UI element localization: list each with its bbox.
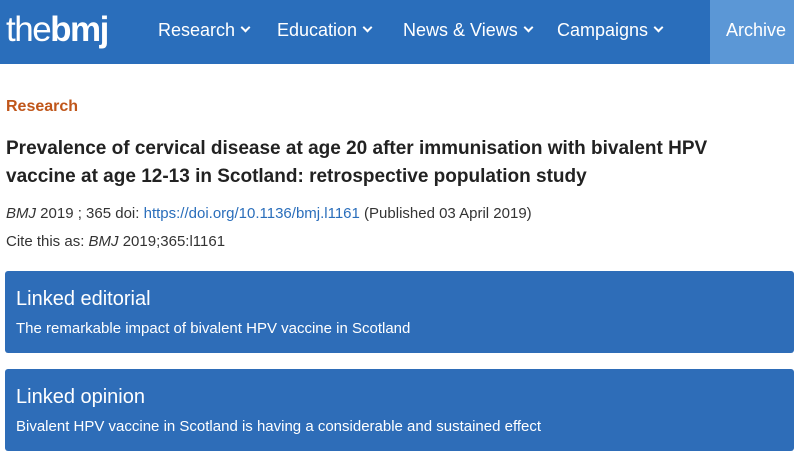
linked-editorial-box[interactable]: Linked editorial The remarkable impact o…: [5, 271, 794, 353]
nav-news-views[interactable]: News & Views: [403, 0, 534, 64]
top-navigation-bar: thebmj Research Education News & Views C…: [0, 0, 794, 64]
linked-editorial-heading: Linked editorial: [16, 288, 151, 310]
doi-label: doi:: [115, 205, 140, 222]
chevron-down-icon: [240, 22, 251, 33]
nav-research-label: Research: [158, 20, 236, 40]
year-volume: 2019 ; 365: [40, 205, 112, 222]
linked-editorial-link[interactable]: The remarkable impact of bivalent HPV va…: [16, 320, 410, 337]
nav-campaigns[interactable]: Campaigns: [557, 0, 664, 64]
cite-reference: 2019;365:l1161: [122, 233, 226, 250]
cite-journal: BMJ: [88, 233, 119, 250]
nav-campaigns-label: Campaigns: [557, 20, 649, 40]
cite-prefix: Cite this as:: [6, 233, 85, 250]
article-meta: BMJ 2019 ; 365 doi: https://doi.org/10.1…: [6, 205, 532, 222]
nav-education-label: Education: [277, 20, 358, 40]
article-section-label: Research: [6, 98, 79, 115]
chevron-down-icon: [653, 22, 664, 33]
nav-news-views-label: News & Views: [403, 20, 518, 40]
chevron-down-icon: [523, 22, 534, 33]
journal-name: BMJ: [6, 205, 36, 222]
citation-line: Cite this as: BMJ 2019;365:l1161: [6, 233, 225, 250]
nav-archive[interactable]: Archive: [710, 0, 794, 64]
logo-bold-text: bmj: [50, 10, 109, 49]
logo-light-text: the: [6, 10, 52, 49]
nav-archive-label: Archive: [726, 20, 787, 40]
linked-opinion-link[interactable]: Bivalent HPV vaccine in Scotland is havi…: [16, 418, 541, 435]
linked-opinion-box[interactable]: Linked opinion Bivalent HPV vaccine in S…: [5, 369, 794, 451]
chevron-down-icon: [362, 22, 373, 33]
article-title: Prevalence of cervical disease at age 20…: [6, 138, 708, 187]
published-date: (Published 03 April 2019): [364, 205, 532, 222]
doi-link[interactable]: https://doi.org/10.1136/bmj.l1161: [144, 205, 360, 222]
bmj-logo[interactable]: thebmj: [6, 10, 109, 50]
nav-education[interactable]: Education: [277, 0, 373, 64]
linked-opinion-heading: Linked opinion: [16, 386, 145, 408]
nav-research[interactable]: Research: [158, 0, 251, 64]
